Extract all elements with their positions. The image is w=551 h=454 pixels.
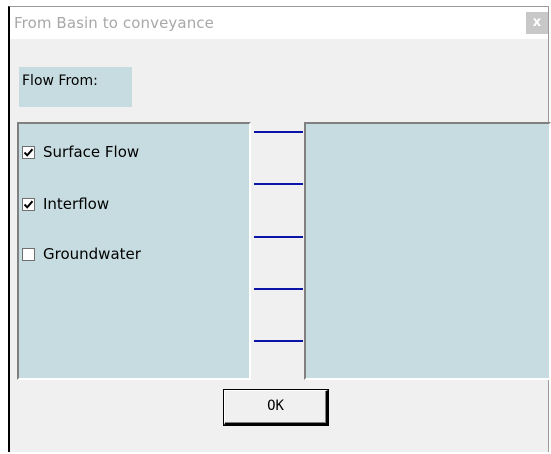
flow-from-label: Flow From: (22, 73, 98, 89)
interflow-checkbox[interactable] (22, 197, 35, 211)
option-interflow[interactable]: Interflow (22, 195, 109, 213)
option-groundwater[interactable]: Groundwater (22, 245, 141, 263)
surface-flow-label: Surface Flow (43, 143, 140, 161)
conveyance-target-panel[interactable] (304, 122, 551, 380)
close-button[interactable]: x (526, 12, 548, 34)
connector-line (254, 183, 303, 185)
screen: From Basin to conveyance x Flow From: Su… (0, 0, 551, 454)
window-title: From Basin to conveyance (14, 14, 214, 32)
checkmark-icon (23, 200, 34, 209)
connector-line (254, 340, 303, 342)
connector-line (254, 288, 303, 290)
option-surface-flow[interactable]: Surface Flow (22, 143, 139, 161)
groundwater-label: Groundwater (43, 245, 141, 263)
title-bar[interactable]: From Basin to conveyance x (10, 7, 548, 39)
interflow-label: Interflow (43, 195, 110, 213)
checkmark-icon (23, 148, 34, 157)
surface-flow-checkbox[interactable] (22, 145, 35, 159)
connector-line (254, 236, 303, 238)
flow-from-box: Flow From: (19, 67, 132, 107)
groundwater-checkbox[interactable] (22, 247, 35, 261)
dialog-window: From Basin to conveyance x Flow From: Su… (8, 6, 551, 452)
connector-line (254, 131, 303, 133)
close-icon: x (532, 15, 542, 30)
flow-source-panel: Surface Flow Interflow Groundwater (17, 122, 251, 380)
ok-button[interactable]: OK (223, 389, 329, 426)
